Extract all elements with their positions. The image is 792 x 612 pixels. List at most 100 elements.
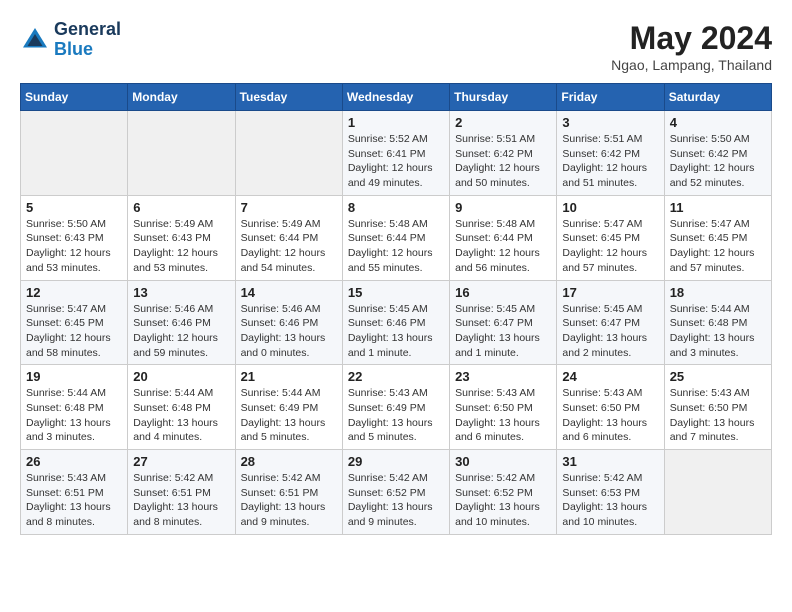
calendar-cell: 27 Sunrise: 5:42 AM Sunset: 6:51 PM Dayli… bbox=[128, 450, 235, 535]
month-year: May 2024 bbox=[611, 20, 772, 57]
calendar-cell: 29Sunrise: 5:42 AM Sunset: 6:52 PM Dayli… bbox=[342, 450, 449, 535]
calendar-cell: 7Sunrise: 5:49 AM Sunset: 6:44 PM Daylig… bbox=[235, 195, 342, 280]
calendar-cell bbox=[21, 111, 128, 196]
day-number: 24 bbox=[562, 369, 658, 384]
week-row-4: 19 Sunrise: 5:44 AM Sunset: 6:48 PM Dayli… bbox=[21, 365, 772, 450]
cell-info: Sunrise: 5:49 AM Sunset: 6:44 PM Dayligh… bbox=[241, 217, 337, 276]
cell-info: Sunrise: 5:43 AM Sunset: 6:50 PM Dayligh… bbox=[455, 386, 551, 445]
cell-info: Sunrise: 5:47 AM Sunset: 6:45 PM Dayligh… bbox=[26, 302, 122, 361]
week-row-5: 26 Sunrise: 5:43 AM Sunset: 6:51 PM Dayli… bbox=[21, 450, 772, 535]
calendar-cell: 28Sunrise: 5:42 AM Sunset: 6:51 PM Dayli… bbox=[235, 450, 342, 535]
cell-info: Sunrise: 5:44 AM Sunset: 6:48 PM Dayligh… bbox=[26, 386, 122, 445]
day-number: 9 bbox=[455, 200, 551, 215]
calendar-cell: 1 Sunrise: 5:52 AM Sunset: 6:41 PM Daylig… bbox=[342, 111, 449, 196]
day-number: 19 bbox=[26, 369, 122, 384]
calendar-table: SundayMondayTuesdayWednesdayThursdayFrid… bbox=[20, 83, 772, 535]
weekday-header-friday: Friday bbox=[557, 84, 664, 111]
weekday-header-tuesday: Tuesday bbox=[235, 84, 342, 111]
weekday-header-monday: Monday bbox=[128, 84, 235, 111]
day-number: 31 bbox=[562, 454, 658, 469]
calendar-cell: 31Sunrise: 5:42 AM Sunset: 6:53 PM Dayli… bbox=[557, 450, 664, 535]
cell-info: Sunrise: 5:46 AM Sunset: 6:46 PM Dayligh… bbox=[241, 302, 337, 361]
day-number: 30 bbox=[455, 454, 551, 469]
cell-info: Sunrise: 5:49 AM Sunset: 6:43 PM Dayligh… bbox=[133, 217, 229, 276]
calendar-cell: 22Sunrise: 5:43 AM Sunset: 6:49 PM Dayli… bbox=[342, 365, 449, 450]
cell-info: Sunrise: 5:45 AM Sunset: 6:47 PM Dayligh… bbox=[562, 302, 658, 361]
cell-info: Sunrise: 5:43 AM Sunset: 6:49 PM Dayligh… bbox=[348, 386, 444, 445]
cell-info: Sunrise: 5:52 AM Sunset: 6:41 PM Dayligh… bbox=[348, 132, 444, 191]
calendar-cell bbox=[664, 450, 771, 535]
day-number: 15 bbox=[348, 285, 444, 300]
cell-info: Sunrise: 5:42 AM Sunset: 6:51 PM Dayligh… bbox=[133, 471, 229, 530]
calendar-cell: 3 Sunrise: 5:51 AM Sunset: 6:42 PM Daylig… bbox=[557, 111, 664, 196]
calendar-cell: 18 Sunrise: 5:44 AM Sunset: 6:48 PM Dayli… bbox=[664, 280, 771, 365]
calendar-cell: 10 Sunrise: 5:47 AM Sunset: 6:45 PM Dayli… bbox=[557, 195, 664, 280]
cell-info: Sunrise: 5:51 AM Sunset: 6:42 PM Dayligh… bbox=[562, 132, 658, 191]
day-number: 2 bbox=[455, 115, 551, 130]
calendar-cell: 17 Sunrise: 5:45 AM Sunset: 6:47 PM Dayli… bbox=[557, 280, 664, 365]
calendar-cell: 13 Sunrise: 5:46 AM Sunset: 6:46 PM Dayli… bbox=[128, 280, 235, 365]
week-row-1: 1 Sunrise: 5:52 AM Sunset: 6:41 PM Daylig… bbox=[21, 111, 772, 196]
cell-info: Sunrise: 5:47 AM Sunset: 6:45 PM Dayligh… bbox=[562, 217, 658, 276]
calendar-cell: 26 Sunrise: 5:43 AM Sunset: 6:51 PM Dayli… bbox=[21, 450, 128, 535]
day-number: 12 bbox=[26, 285, 122, 300]
calendar-cell: 30 Sunrise: 5:42 AM Sunset: 6:52 PM Dayli… bbox=[450, 450, 557, 535]
weekday-header-wednesday: Wednesday bbox=[342, 84, 449, 111]
cell-info: Sunrise: 5:45 AM Sunset: 6:46 PM Dayligh… bbox=[348, 302, 444, 361]
day-number: 26 bbox=[26, 454, 122, 469]
cell-info: Sunrise: 5:42 AM Sunset: 6:51 PM Dayligh… bbox=[241, 471, 337, 530]
calendar-cell: 4Sunrise: 5:50 AM Sunset: 6:42 PM Daylig… bbox=[664, 111, 771, 196]
calendar-cell: 19 Sunrise: 5:44 AM Sunset: 6:48 PM Dayli… bbox=[21, 365, 128, 450]
calendar-cell: 15 Sunrise: 5:45 AM Sunset: 6:46 PM Dayli… bbox=[342, 280, 449, 365]
day-number: 3 bbox=[562, 115, 658, 130]
cell-info: Sunrise: 5:42 AM Sunset: 6:52 PM Dayligh… bbox=[348, 471, 444, 530]
cell-info: Sunrise: 5:43 AM Sunset: 6:50 PM Dayligh… bbox=[670, 386, 766, 445]
day-number: 17 bbox=[562, 285, 658, 300]
day-number: 11 bbox=[670, 200, 766, 215]
day-number: 8 bbox=[348, 200, 444, 215]
day-number: 25 bbox=[670, 369, 766, 384]
cell-info: Sunrise: 5:43 AM Sunset: 6:50 PM Dayligh… bbox=[562, 386, 658, 445]
logo-text: General Blue bbox=[54, 20, 121, 60]
day-number: 13 bbox=[133, 285, 229, 300]
calendar-cell: 24 Sunrise: 5:43 AM Sunset: 6:50 PM Dayli… bbox=[557, 365, 664, 450]
weekday-header-thursday: Thursday bbox=[450, 84, 557, 111]
day-number: 20 bbox=[133, 369, 229, 384]
weekday-header-row: SundayMondayTuesdayWednesdayThursdayFrid… bbox=[21, 84, 772, 111]
calendar-cell: 20Sunrise: 5:44 AM Sunset: 6:48 PM Dayli… bbox=[128, 365, 235, 450]
calendar-cell: 9 Sunrise: 5:48 AM Sunset: 6:44 PM Daylig… bbox=[450, 195, 557, 280]
day-number: 5 bbox=[26, 200, 122, 215]
day-number: 21 bbox=[241, 369, 337, 384]
day-number: 16 bbox=[455, 285, 551, 300]
day-number: 4 bbox=[670, 115, 766, 130]
day-number: 1 bbox=[348, 115, 444, 130]
day-number: 6 bbox=[133, 200, 229, 215]
cell-info: Sunrise: 5:48 AM Sunset: 6:44 PM Dayligh… bbox=[455, 217, 551, 276]
calendar-cell: 6 Sunrise: 5:49 AM Sunset: 6:43 PM Daylig… bbox=[128, 195, 235, 280]
cell-info: Sunrise: 5:44 AM Sunset: 6:48 PM Dayligh… bbox=[670, 302, 766, 361]
cell-info: Sunrise: 5:48 AM Sunset: 6:44 PM Dayligh… bbox=[348, 217, 444, 276]
cell-info: Sunrise: 5:46 AM Sunset: 6:46 PM Dayligh… bbox=[133, 302, 229, 361]
cell-info: Sunrise: 5:43 AM Sunset: 6:51 PM Dayligh… bbox=[26, 471, 122, 530]
cell-info: Sunrise: 5:47 AM Sunset: 6:45 PM Dayligh… bbox=[670, 217, 766, 276]
calendar-cell: 23Sunrise: 5:43 AM Sunset: 6:50 PM Dayli… bbox=[450, 365, 557, 450]
week-row-3: 12 Sunrise: 5:47 AM Sunset: 6:45 PM Dayli… bbox=[21, 280, 772, 365]
day-number: 14 bbox=[241, 285, 337, 300]
cell-info: Sunrise: 5:50 AM Sunset: 6:43 PM Dayligh… bbox=[26, 217, 122, 276]
day-number: 18 bbox=[670, 285, 766, 300]
calendar-cell: 2Sunrise: 5:51 AM Sunset: 6:42 PM Daylig… bbox=[450, 111, 557, 196]
cell-info: Sunrise: 5:45 AM Sunset: 6:47 PM Dayligh… bbox=[455, 302, 551, 361]
calendar-cell: 14 Sunrise: 5:46 AM Sunset: 6:46 PM Dayli… bbox=[235, 280, 342, 365]
cell-info: Sunrise: 5:42 AM Sunset: 6:52 PM Dayligh… bbox=[455, 471, 551, 530]
day-number: 10 bbox=[562, 200, 658, 215]
header: General Blue May 2024 Ngao, Lampang, Tha… bbox=[20, 20, 772, 73]
day-number: 27 bbox=[133, 454, 229, 469]
calendar-cell: 8 Sunrise: 5:48 AM Sunset: 6:44 PM Daylig… bbox=[342, 195, 449, 280]
calendar-cell: 12 Sunrise: 5:47 AM Sunset: 6:45 PM Dayli… bbox=[21, 280, 128, 365]
calendar-cell: 21Sunrise: 5:44 AM Sunset: 6:49 PM Dayli… bbox=[235, 365, 342, 450]
location: Ngao, Lampang, Thailand bbox=[611, 57, 772, 73]
weekday-header-sunday: Sunday bbox=[21, 84, 128, 111]
calendar-cell: 11 Sunrise: 5:47 AM Sunset: 6:45 PM Dayli… bbox=[664, 195, 771, 280]
weekday-header-saturday: Saturday bbox=[664, 84, 771, 111]
calendar-cell bbox=[235, 111, 342, 196]
